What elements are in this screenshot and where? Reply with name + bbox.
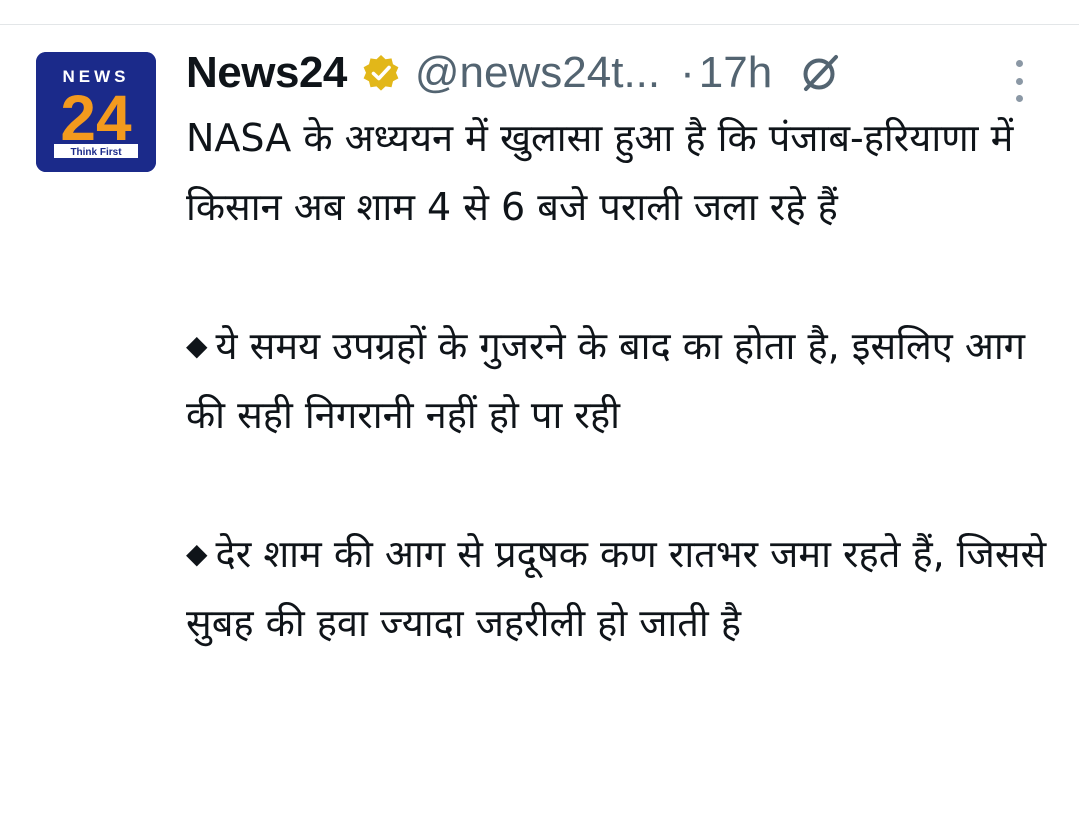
diamond-bullet-icon: ◆ xyxy=(186,329,208,362)
tweet-bullet-text: ये समय उपग्रहों के गुजरने के बाद का होता… xyxy=(186,324,1026,437)
diamond-bullet-icon: ◆ xyxy=(186,537,208,570)
more-vertical-icon-dot xyxy=(1015,60,1023,67)
news24-logo: NEWS 24 Think First xyxy=(36,52,156,172)
display-name[interactable]: News24 xyxy=(186,48,347,98)
tweet-timestamp[interactable]: 17h xyxy=(699,48,772,98)
tweet-header: News24 @news24t... · 17h xyxy=(186,45,842,101)
avatar[interactable]: NEWS 24 Think First xyxy=(36,52,156,172)
tweet-bullet: ◆ देर शाम की आग से प्रदूषक कण रातभर जमा र… xyxy=(186,519,1056,658)
tweet-text: NASA के अध्ययन में खुलासा हुआ है कि पंजा… xyxy=(186,104,1056,658)
grok-icon[interactable] xyxy=(798,51,842,95)
verified-badge-icon[interactable] xyxy=(361,53,401,93)
author-handle[interactable]: @news24t... xyxy=(415,48,660,98)
logo-tagline-text: Think First xyxy=(70,147,122,158)
tweet-bullet: ◆ ये समय उपग्रहों के गुजरने के बाद का होत… xyxy=(186,311,1056,450)
tweet-bullet-text: देर शाम की आग से प्रदूषक कण रातभर जमा रह… xyxy=(186,532,1047,645)
header-separator: · xyxy=(680,48,695,97)
tweet-intro: NASA के अध्ययन में खुलासा हुआ है कि पंजा… xyxy=(186,116,1014,229)
more-options-button[interactable] xyxy=(1004,60,1034,102)
more-vertical-icon-dot xyxy=(1015,77,1023,85)
tweet[interactable]: NEWS 24 Think First News24 @news24t... ·… xyxy=(0,25,1079,836)
more-vertical-icon-dot xyxy=(1015,95,1023,102)
logo-number-text: 24 xyxy=(60,82,132,154)
